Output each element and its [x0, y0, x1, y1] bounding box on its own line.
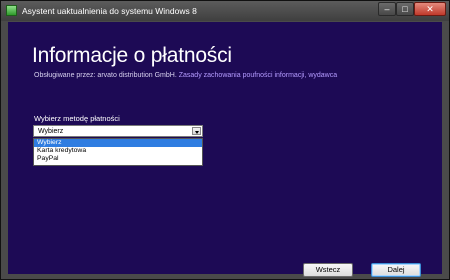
next-button[interactable]: Dalej	[371, 263, 421, 277]
payment-method-value: Wybierz	[38, 127, 64, 135]
content-area: Informacje o płatności Obsługiwane przez…	[8, 22, 442, 277]
page-title: Informacje o płatności	[32, 44, 232, 67]
option-paypal[interactable]: PayPal	[34, 155, 202, 163]
payment-method-dropdown: Wybierz Karta kredytowa PayPal	[33, 138, 203, 166]
option-karta-kredytowa[interactable]: Karta kredytowa	[34, 147, 202, 155]
payment-method-select[interactable]: Wybierz	[33, 125, 203, 137]
back-button[interactable]: Wstecz	[303, 263, 353, 277]
maximize-button[interactable]: □	[396, 2, 414, 16]
option-wybierz[interactable]: Wybierz	[34, 139, 202, 147]
close-button[interactable]: ✕	[414, 2, 446, 16]
window-title: Asystent uaktualnienia do systemu Window…	[22, 6, 197, 16]
installer-window: Asystent uaktualnienia do systemu Window…	[0, 0, 450, 280]
payment-method-label: Wybierz metodę płatności	[34, 114, 120, 123]
chevron-down-icon[interactable]	[192, 127, 201, 135]
privacy-link[interactable]: Zasady zachowania poufności informacji, …	[179, 72, 337, 79]
app-icon	[6, 5, 17, 16]
title-bar[interactable]: Asystent uaktualnienia do systemu Window…	[1, 1, 449, 21]
support-text: Obsługiwane przez: arvato distribution G…	[34, 72, 337, 79]
support-prefix: Obsługiwane przez: arvato distribution G…	[34, 72, 177, 79]
minimize-button[interactable]: –	[378, 2, 396, 16]
